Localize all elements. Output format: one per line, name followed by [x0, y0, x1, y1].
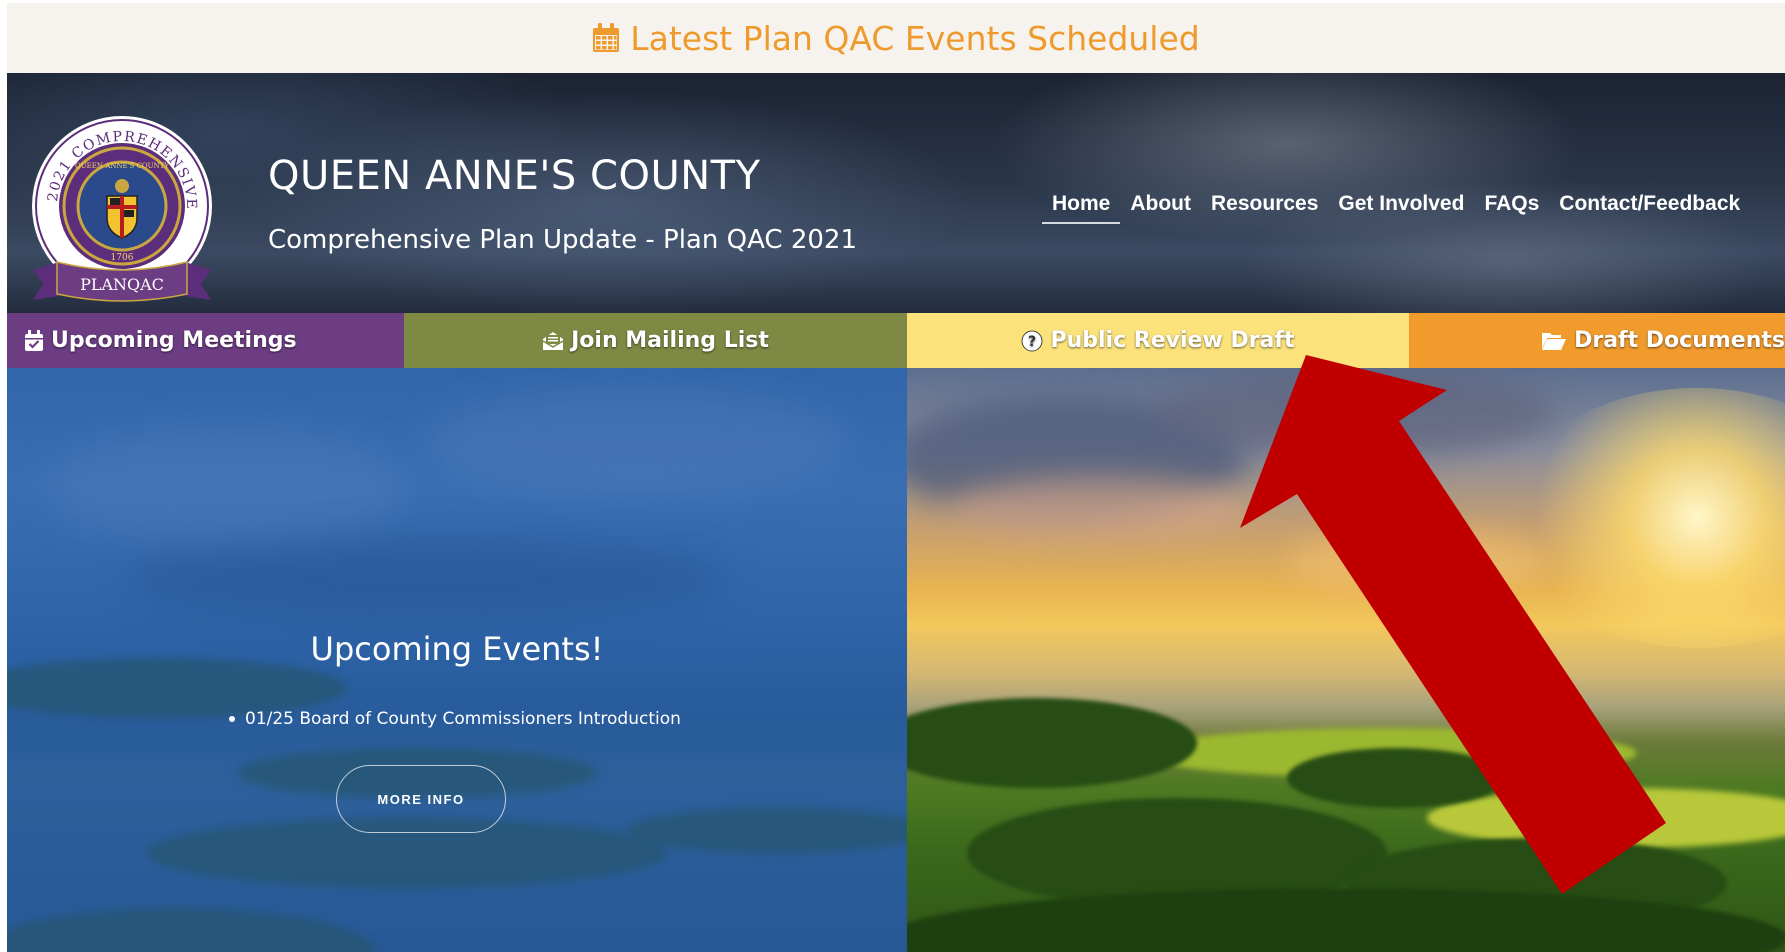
svg-text:?: ?	[1028, 334, 1036, 350]
event-item-text: 01/25 Board of County Commissioners Intr…	[245, 709, 681, 729]
site-header: 2021 COMPREHENSIVE PLAN QUEEN ANNE'S COU…	[7, 73, 1785, 313]
upcoming-meetings-label: Upcoming Meetings	[51, 328, 297, 353]
draft-documents-button[interactable]: Draft Documents	[1409, 313, 1785, 368]
nav-resources[interactable]: Resources	[1201, 192, 1328, 224]
public-review-draft-label: Public Review Draft	[1050, 328, 1295, 353]
events-banner[interactable]: Latest Plan QAC Events Scheduled	[7, 3, 1785, 73]
nav-home[interactable]: Home	[1042, 192, 1121, 224]
join-mailing-list-label: Join Mailing List	[571, 328, 769, 353]
upcoming-meetings-button[interactable]: Upcoming Meetings	[7, 313, 404, 368]
logo-inner-text: QUEEN ANNE'S COUNTY	[75, 162, 169, 170]
more-info-button[interactable]: MORE INFO	[336, 765, 506, 833]
logo-year: 1706	[111, 253, 134, 263]
join-mailing-list-button[interactable]: Join Mailing List	[404, 313, 907, 368]
question-circle-icon: ?	[1021, 330, 1043, 352]
public-review-draft-button[interactable]: ? Public Review Draft	[907, 313, 1409, 368]
draft-documents-label: Draft Documents	[1574, 328, 1785, 353]
county-seal-logo[interactable]: 2021 COMPREHENSIVE PLAN QUEEN ANNE'S COU…	[22, 98, 215, 306]
envelope-open-icon	[542, 330, 564, 352]
event-list-item[interactable]: 01/25 Board of County Commissioners Intr…	[229, 709, 681, 729]
calendar-icon	[592, 23, 620, 53]
nav-get-involved[interactable]: Get Involved	[1328, 192, 1474, 224]
events-panel: Upcoming Events! 01/25 Board of County C…	[7, 368, 907, 952]
banner-text[interactable]: Latest Plan QAC Events Scheduled	[630, 19, 1199, 58]
site-title[interactable]: QUEEN ANNE'S COUNTY	[268, 153, 761, 199]
quick-links-bar: Upcoming Meetings Join Mailing List ? Pu…	[7, 313, 1785, 368]
calendar-check-icon	[24, 329, 44, 352]
logo-ribbon-text: PLANQAC	[80, 275, 164, 294]
events-title: Upcoming Events!	[310, 630, 604, 668]
main-nav: Home About Resources Get Involved FAQs C…	[1042, 192, 1750, 224]
bullet-icon	[229, 716, 235, 722]
nav-contact-feedback[interactable]: Contact/Feedback	[1549, 192, 1750, 224]
page: Latest Plan QAC Events Scheduled 2021 CO	[7, 3, 1785, 952]
nav-about[interactable]: About	[1120, 192, 1201, 224]
folder-open-icon	[1541, 331, 1567, 351]
site-subtitle: Comprehensive Plan Update - Plan QAC 202…	[268, 225, 857, 255]
landscape-image	[907, 368, 1785, 952]
nav-faqs[interactable]: FAQs	[1474, 192, 1549, 224]
